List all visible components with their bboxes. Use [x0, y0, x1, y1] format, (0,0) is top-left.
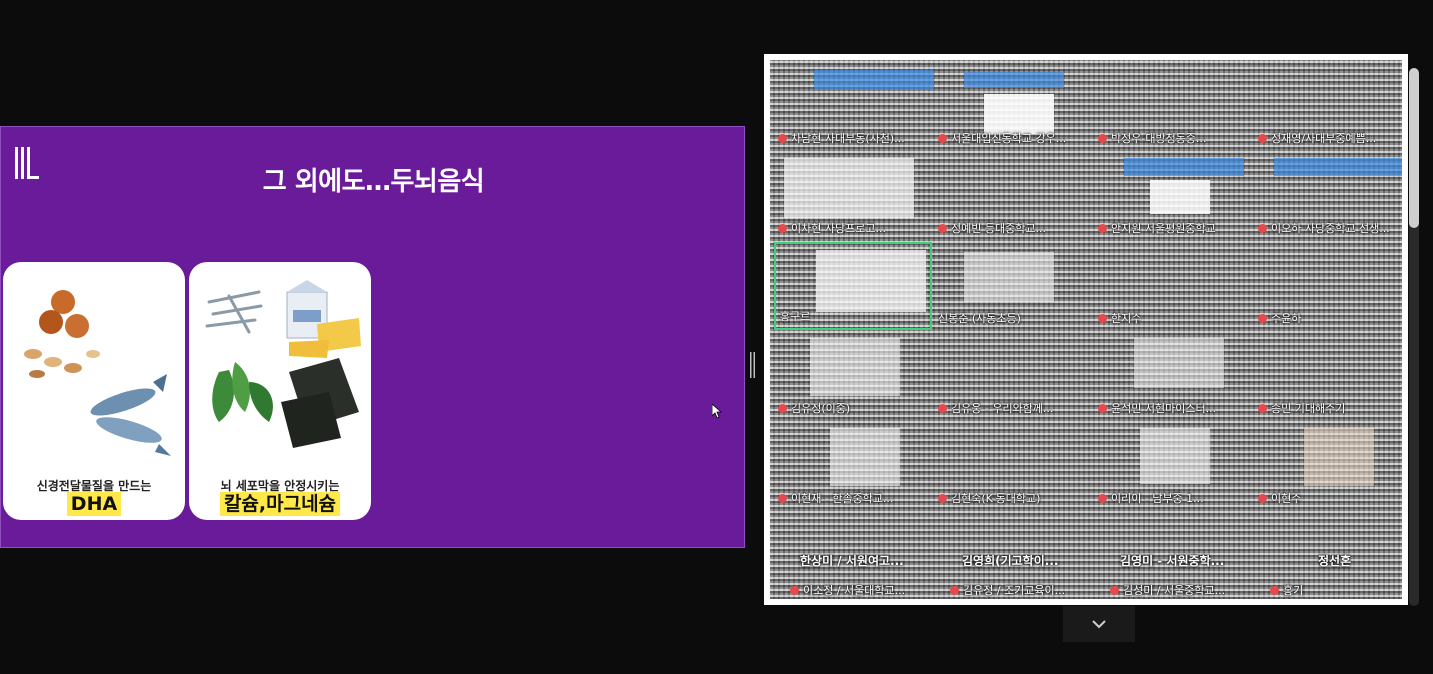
video-tile[interactable]: 이리이 - 남부중 1... — [1094, 422, 1252, 510]
participant-name: 안지원 서울평원중학교 — [1111, 222, 1216, 235]
mic-off-icon — [1258, 313, 1267, 323]
mic-off-icon — [1258, 403, 1267, 413]
participant-name: 김현숙(K-동대학교) — [951, 492, 1041, 505]
anchovy-milk-spinach-seaweed-illustration — [205, 280, 361, 448]
participant-name-large: 한상미 / 서원여고... — [800, 554, 904, 568]
mic-off-icon — [938, 493, 947, 503]
participant-name: 홍기 — [1283, 584, 1304, 597]
video-tile[interactable]: 송민 기대해주기 — [1254, 332, 1402, 420]
mic-off-icon — [1098, 223, 1107, 233]
video-tile[interactable]: 정예빈 등대중학교... — [934, 152, 1092, 240]
video-tile[interactable]: 김현숙(K-동대학교) — [934, 422, 1092, 510]
video-tile[interactable]: 윤석민 서현마이스터... — [1094, 332, 1252, 420]
participant-name: 주윤하 — [1271, 312, 1302, 325]
splitter-handle-icon[interactable] — [749, 352, 756, 378]
chevron-down-icon — [1092, 620, 1106, 629]
video-tile[interactable]: 이차현 사당프로고... — [774, 152, 932, 240]
video-tile[interactable]: 서울대입신동학교 강우... — [934, 62, 1092, 150]
mic-off-icon — [1258, 493, 1267, 503]
video-tile[interactable]: 안지원 서울평원중학교 — [1094, 152, 1252, 240]
participant-name: 정예빈 등대중학교... — [951, 222, 1046, 235]
mic-off-icon — [1098, 133, 1107, 143]
video-tile[interactable]: 이현주 — [1254, 422, 1402, 510]
participant-name: 이오하 사당중학교 선생... — [1271, 222, 1390, 235]
mic-off-icon — [1098, 313, 1107, 323]
mic-off-icon — [1098, 493, 1107, 503]
mic-off-icon — [778, 133, 787, 143]
participant-name: 홍구르 — [780, 310, 811, 323]
participant-name: 서울대입신동학교 강우... — [951, 132, 1067, 145]
participant-name: 김성미 / 서울중학교... — [1123, 584, 1226, 597]
calcium-card-highlight: 칼슘,마그네슘 — [219, 492, 341, 516]
video-tile[interactable]: 차남현 사대부동(사천)... — [774, 62, 934, 150]
slide-title: 그 외에도…두뇌음식 — [262, 167, 485, 197]
cursor-arrow-icon — [712, 404, 722, 418]
video-tile[interactable]: 박정우-대방청동중... — [1094, 62, 1252, 150]
participant-name: 김유정(이중) — [791, 402, 851, 415]
video-tile[interactable]: 정재영/사대부중예쁨... — [1254, 62, 1402, 150]
nuts-fish-illustration — [24, 290, 171, 456]
participant-name-large: 김영미 - 서원중학... — [1120, 554, 1225, 568]
mic-off-icon — [1110, 585, 1119, 595]
gallery-scrollbar-thumb[interactable] — [1409, 68, 1419, 228]
shared-slide: 그 외에도…두뇌음식 신경전달물질을 만드는 DHA 뇌 세포막을 안정시키는 … — [0, 126, 745, 548]
participant-name: 차남현 사대부동(사천)... — [791, 132, 905, 145]
participant-name: 정재영/사대부중예쁨... — [1271, 132, 1377, 145]
participant-name: 이현재 - 한솔중학교... — [791, 492, 894, 505]
mic-off-icon — [1258, 133, 1267, 143]
participant-name: 이차현 사당프로고... — [791, 222, 886, 235]
mic-off-icon — [1270, 585, 1279, 595]
participant-name: 송민 기대해주기 — [1271, 402, 1346, 415]
mic-off-icon — [950, 585, 959, 595]
participant-name: 한지수 — [1111, 312, 1142, 325]
video-tile[interactable]: 이오하 사당중학교 선생... — [1254, 152, 1402, 240]
video-tile[interactable]: 김유웅 - 우리와함께... — [934, 332, 1092, 420]
video-tile[interactable]: 이현재 - 한솔중학교... — [774, 422, 932, 510]
participant-name: 박정우-대방청동중... — [1111, 132, 1207, 145]
mic-off-icon — [938, 403, 947, 413]
mic-off-icon — [778, 403, 787, 413]
mic-off-icon — [778, 223, 787, 233]
participant-name: 이리이 - 남부중 1... — [1111, 492, 1204, 505]
participant-name: 신봉준 (사동초등) — [938, 312, 1021, 325]
video-tile[interactable]: 신봉준 (사동초등) — [934, 242, 1092, 330]
gallery-next-page-button[interactable] — [1063, 606, 1135, 642]
participant-name-large: 정선혼 — [1318, 554, 1352, 568]
video-tile[interactable]: 김유정(이중) — [774, 332, 932, 420]
gallery-grid: 차남현 사대부동(사천)... 서울대입신동학교 강우... 박정우-대방청동중… — [770, 60, 1402, 599]
mic-off-icon — [790, 585, 799, 595]
video-tile[interactable]: 한지수 — [1094, 242, 1252, 330]
mic-off-icon — [938, 133, 947, 143]
participant-name: 김유웅 - 우리와함께... — [951, 402, 1054, 415]
calcium-magnesium-card: 뇌 세포막을 안정시키는 칼슘,마그네슘 — [189, 262, 371, 520]
participant-name: 이현주 — [1271, 492, 1302, 505]
mic-off-icon — [778, 493, 787, 503]
participant-name-large: 김영희(기고학이... — [962, 554, 1059, 568]
dha-card: 신경전달물질을 만드는 DHA — [3, 262, 185, 520]
mic-off-icon — [938, 223, 947, 233]
mic-off-icon — [1258, 223, 1267, 233]
participant-name: 김유정 / 조기교육이... — [963, 584, 1066, 597]
participant-name: 이소정 / 서울대학교... — [803, 584, 906, 597]
participant-gallery: 차남현 사대부동(사천)... 서울대입신동학교 강우... 박정우-대방청동중… — [764, 54, 1408, 605]
participant-name: 윤석민 서현마이스터... — [1111, 402, 1217, 415]
dha-card-highlight: DHA — [66, 492, 122, 516]
video-tile-active-speaker[interactable]: 홍구르 — [774, 242, 932, 330]
video-tile[interactable]: 주윤하 — [1254, 242, 1402, 330]
mic-off-icon — [1098, 403, 1107, 413]
